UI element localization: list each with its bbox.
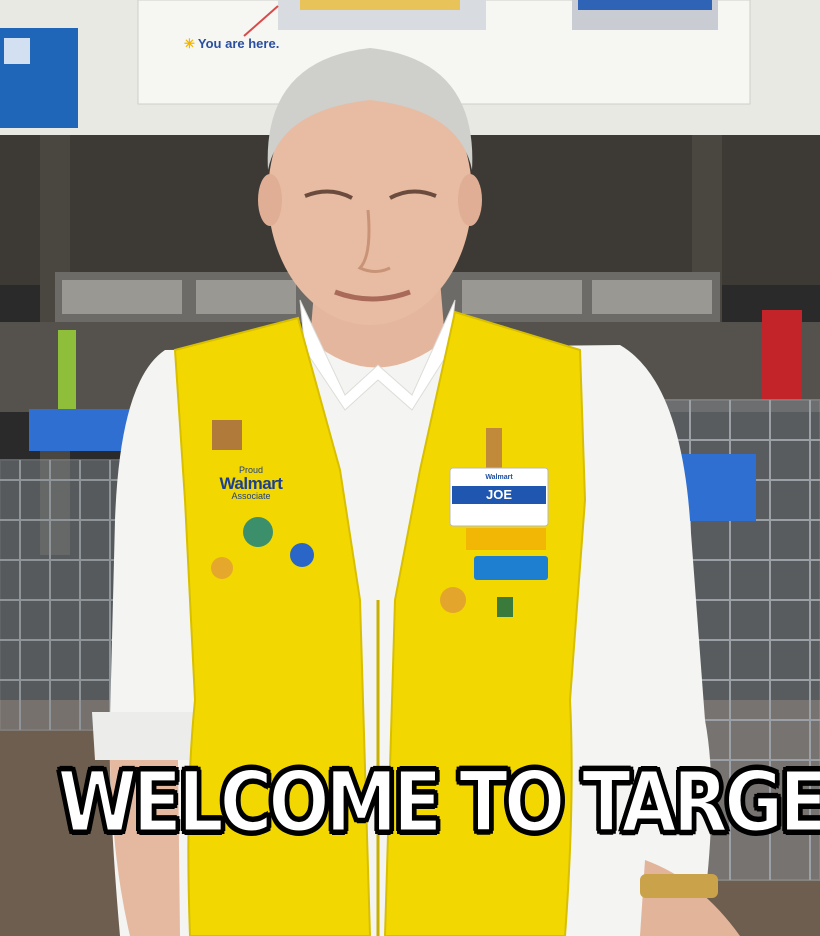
pin-smiley: [211, 557, 233, 579]
walmart-associate-pin: Proud Walmart Associate: [206, 466, 296, 501]
right-ear: [458, 174, 482, 226]
vent-panel: [62, 280, 182, 314]
map-block-yellow: [300, 0, 460, 10]
pin-witch: [440, 587, 466, 613]
badge-ribbon-blue: [474, 556, 548, 580]
pin-line-associate: Associate: [231, 491, 271, 501]
pin-globe: [243, 517, 273, 547]
pin-flower: [290, 543, 314, 567]
star-icon: ✳: [184, 36, 195, 51]
pin-line-brand: Walmart: [219, 474, 283, 493]
badge-clip: [486, 428, 502, 468]
meme-caption: WELCOME TO TARGET: [56, 752, 820, 853]
badge-ribbon-yellow: [466, 528, 546, 550]
vent-panel: [592, 280, 712, 314]
left-ear: [258, 174, 282, 226]
pin-emblem: [212, 420, 242, 450]
pin-green: [497, 597, 513, 617]
you-are-here-label: ✳ You are here.: [184, 36, 280, 51]
badge-name: JOE: [452, 486, 546, 504]
info-sign-logo: [4, 38, 30, 64]
vent-panel: [462, 280, 582, 314]
map-block-blue: [578, 0, 712, 10]
vent-panel: [196, 280, 296, 314]
badge-brand: Walmart: [485, 474, 513, 481]
meme-scene: ✳ You are here. Proud Walmart Associate W…: [0, 0, 820, 936]
red-object: [762, 310, 802, 400]
wristwatch: [640, 874, 718, 898]
